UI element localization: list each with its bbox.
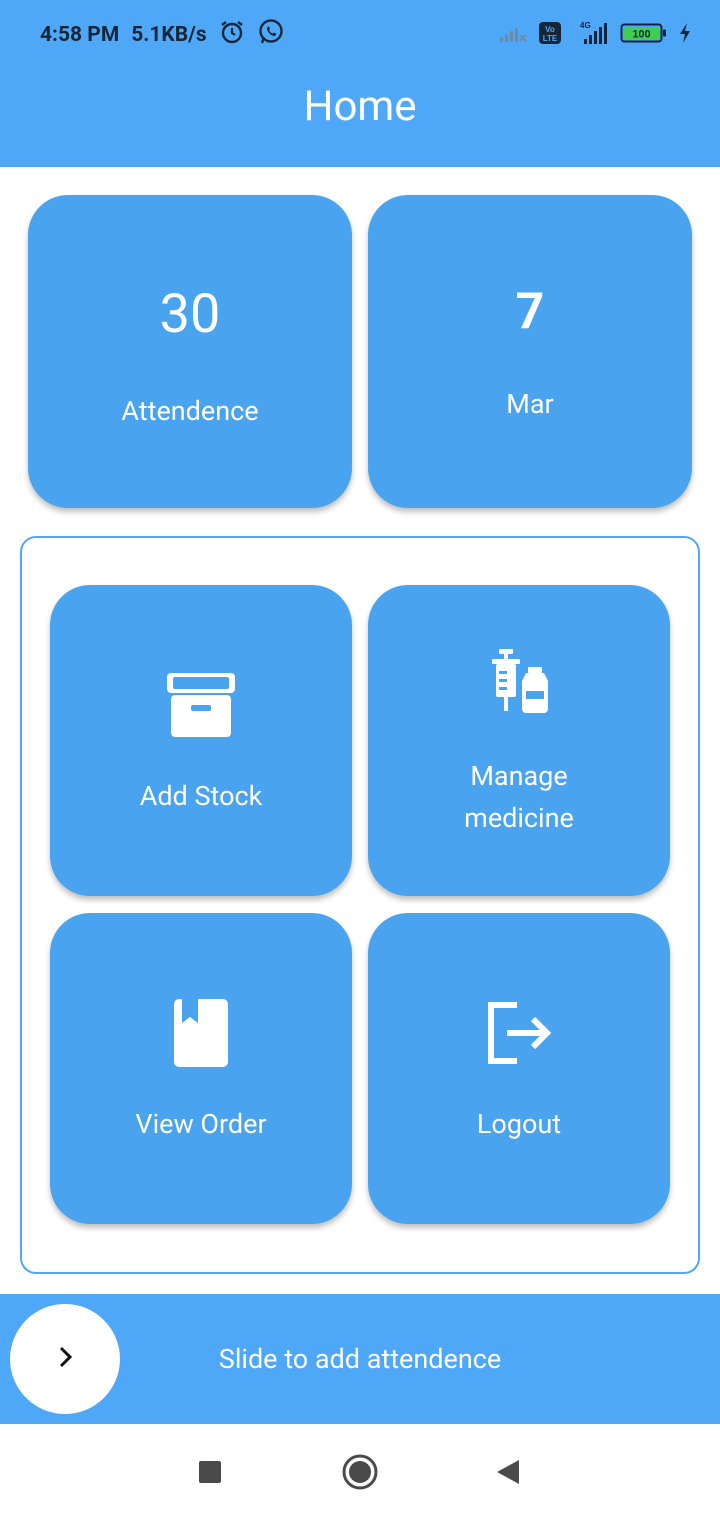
svg-text:100: 100: [632, 29, 650, 41]
add-stock-label: Add Stock: [139, 780, 263, 812]
manage-medicine-button[interactable]: Manage medicine: [368, 585, 670, 896]
view-order-label: View Order: [135, 1108, 267, 1140]
app-header: 4:58 PM 5.1KB/s Vo LTE 4G 100 Home: [0, 0, 720, 167]
attendance-label: Attendence: [121, 395, 259, 427]
status-bar: 4:58 PM 5.1KB/s Vo LTE 4G 100: [0, 0, 720, 70]
archive-box-icon: [167, 671, 235, 743]
recents-button[interactable]: [188, 1452, 232, 1496]
date-month: Mar: [506, 388, 554, 420]
back-triangle-icon: [495, 1458, 521, 1490]
slide-knob[interactable]: [10, 1304, 120, 1414]
attendance-card[interactable]: 30 Attendence: [28, 195, 352, 508]
alarm-icon: [219, 19, 245, 51]
charging-icon: [678, 22, 692, 48]
page-title: Home: [303, 82, 417, 131]
view-order-button[interactable]: View Order: [50, 913, 352, 1224]
manage-medicine-label-line1: Manage: [470, 760, 568, 792]
status-network-speed: 5.1KB/s: [131, 23, 207, 47]
date-day: 7: [515, 283, 545, 341]
date-card[interactable]: 7 Mar: [368, 195, 692, 508]
whatsapp-icon: [257, 18, 285, 52]
4g-signal-icon: 4G: [572, 20, 610, 50]
manage-medicine-label-line2: medicine: [464, 802, 574, 834]
volte-icon: Vo LTE: [538, 21, 562, 49]
home-circle-icon: [341, 1453, 379, 1495]
book-icon: [174, 999, 228, 1071]
home-button[interactable]: [338, 1452, 382, 1496]
logout-button[interactable]: Logout: [368, 913, 670, 1224]
back-button[interactable]: [486, 1452, 530, 1496]
logout-label: Logout: [476, 1108, 562, 1140]
logout-icon: [485, 1001, 553, 1069]
svg-text:LTE: LTE: [543, 34, 558, 43]
signal-icon: [498, 22, 528, 48]
svg-text:4G: 4G: [580, 21, 591, 30]
attendance-count: 30: [159, 283, 221, 346]
syringe-vial-icon: [486, 649, 552, 723]
add-stock-button[interactable]: Add Stock: [50, 585, 352, 896]
battery-icon: 100: [620, 21, 668, 49]
system-nav-bar: [0, 1424, 720, 1520]
slide-attendance-bar[interactable]: Slide to add attendence: [0, 1294, 720, 1424]
status-time: 4:58 PM: [40, 23, 120, 47]
svg-text:Vo: Vo: [545, 25, 555, 34]
recents-square-icon: [198, 1460, 222, 1488]
chevron-right-icon: [53, 1345, 77, 1373]
